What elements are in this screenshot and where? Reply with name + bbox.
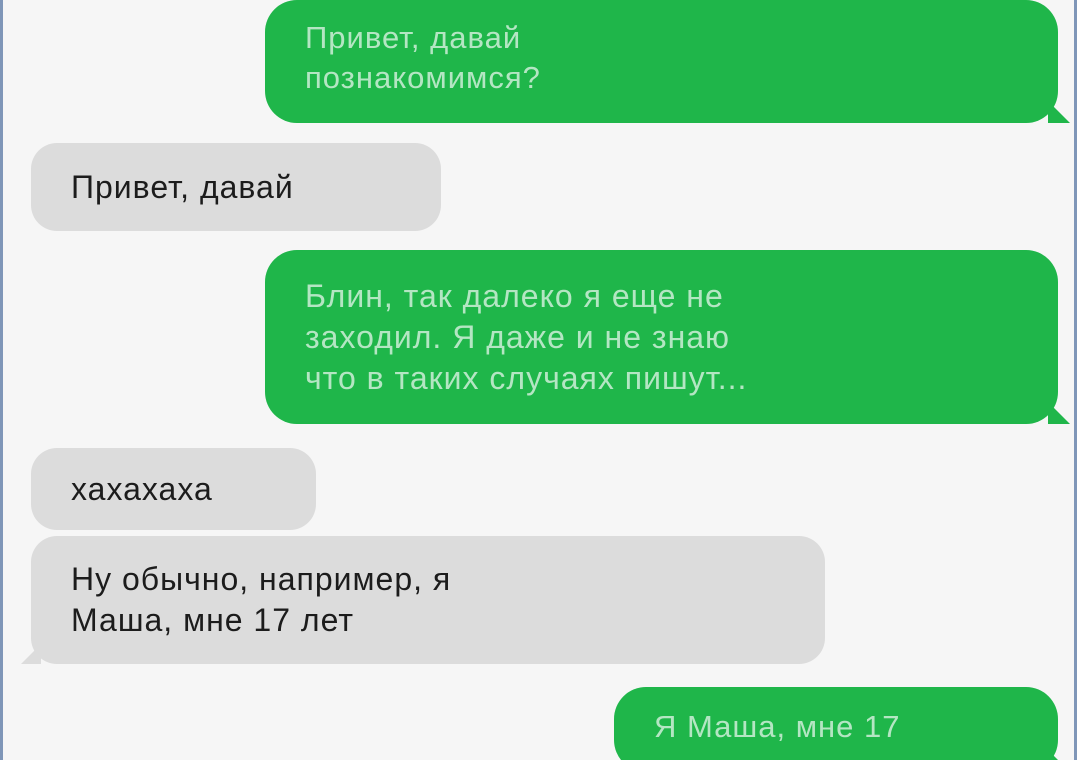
bubble-tail bbox=[21, 644, 41, 664]
message-text-line: Блин, так далеко я еще не bbox=[305, 278, 724, 314]
message-text-line: заходил. Я даже и не знаю bbox=[305, 318, 731, 355]
bubble-tail bbox=[1048, 402, 1070, 424]
message-text-line: Маша, мне 17 лет bbox=[71, 602, 354, 638]
message-outgoing: Блин, так далеко я еще не заходил. Я даж… bbox=[265, 250, 1070, 424]
message-text-line: Ну обычно, например, я bbox=[71, 561, 452, 598]
message-text-line: Я Маша, мне 17 bbox=[654, 709, 901, 744]
message-incoming: хахахаха bbox=[31, 448, 316, 530]
chat-screenshot: Привет, давай познакомимся? Привет, дава… bbox=[0, 0, 1077, 760]
message-text-line: хахахаха bbox=[71, 470, 213, 507]
message-incoming: Привет, давай bbox=[31, 143, 441, 231]
message-text-line: познакомимся? bbox=[305, 59, 541, 95]
message-incoming: Ну обычно, например, я Маша, мне 17 лет bbox=[21, 536, 825, 664]
bubble-tail bbox=[1048, 750, 1070, 760]
message-outgoing: Привет, давай познакомимся? bbox=[265, 0, 1070, 123]
message-outgoing: Я Маша, мне 17 bbox=[614, 687, 1070, 760]
message-text-line: Привет, давай bbox=[71, 168, 294, 205]
bubble-tail bbox=[1048, 101, 1070, 123]
message-text-line: что в таких случаях пишут... bbox=[305, 359, 748, 396]
message-text-line: Привет, давай bbox=[305, 20, 522, 55]
